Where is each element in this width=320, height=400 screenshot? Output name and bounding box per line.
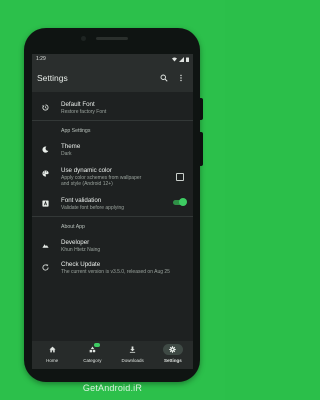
settings-list: Default Font Restore factory Font App Se… (32, 92, 193, 341)
app-screen: 1:29 Settings Default Font Restore facto… (32, 54, 193, 369)
bottom-navigation: Home Category Downloads Settings (32, 341, 193, 369)
font-validation-title: Font validation (61, 196, 102, 204)
theme-title: Theme (61, 143, 81, 151)
developer-subtitle: Khun Htetz Naing (61, 247, 101, 254)
battery-icon (186, 57, 189, 62)
font-validation-toggle[interactable] (173, 198, 187, 207)
font-validation-item[interactable]: Font validation Validate font before app… (32, 197, 193, 211)
status-bar: 1:29 (32, 54, 193, 64)
nav-downloads[interactable]: Downloads (115, 344, 151, 363)
volume-button (200, 132, 203, 166)
default-font-title: Default Font (61, 101, 95, 108)
nav-category-label: Category (83, 358, 102, 363)
nav-settings-label: Settings (163, 358, 182, 363)
developer-item[interactable]: Developer Khun Htetz Naing (32, 239, 193, 253)
camera-icon (81, 36, 86, 41)
wifi-icon (172, 57, 177, 61)
category-icon (89, 346, 96, 353)
nav-home-label: Home (46, 358, 59, 363)
page-title: Settings (37, 73, 68, 83)
dynamic-color-item[interactable]: Use dynamic color Apply color schemes fr… (32, 167, 193, 188)
search-button[interactable] (157, 71, 171, 85)
nav-home[interactable]: Home (34, 344, 70, 363)
phone-frame: 1:29 Settings Default Font Restore facto… (24, 28, 203, 382)
speaker-grille (96, 37, 128, 40)
default-font-subtitle: Restore factory Font (61, 109, 107, 115)
dynamic-color-subtitle-line2: and style (Android 12+) (61, 181, 113, 188)
theme-item[interactable]: Theme Dark (32, 143, 193, 157)
font-validation-subtitle: Validate font before applying (61, 204, 125, 211)
download-icon (130, 346, 136, 353)
nav-downloads-label: Downloads (121, 358, 144, 363)
app-bar: Settings (32, 64, 193, 92)
developer-title: Developer (61, 239, 90, 247)
palette-icon (38, 167, 52, 177)
status-icons (172, 56, 189, 62)
more-options-button[interactable] (174, 71, 188, 85)
gear-icon (169, 346, 177, 353)
dark-mode-icon (38, 143, 52, 154)
check-update-item[interactable]: Check Update The current version is v3.5… (32, 261, 193, 275)
nav-category[interactable]: Category (74, 343, 110, 363)
status-time: 1:29 (36, 56, 46, 62)
home-icon (49, 346, 56, 353)
nav-settings[interactable]: Settings (155, 344, 191, 363)
restore-icon (38, 101, 52, 111)
dynamic-color-title: Use dynamic color (61, 166, 112, 174)
landscape-icon (38, 239, 52, 249)
signal-icon (179, 56, 184, 62)
more-vert-icon (180, 74, 182, 82)
check-update-subtitle: The current version is v3.5.0, released … (61, 269, 170, 276)
font-icon (38, 197, 52, 207)
power-button (200, 98, 203, 120)
search-icon (160, 74, 168, 82)
update-icon (38, 261, 52, 271)
watermark-logo: GetAndroid.iR (82, 383, 143, 393)
default-font-item[interactable]: Default Font Restore factory Font (32, 101, 193, 115)
dynamic-color-checkbox[interactable] (176, 172, 184, 181)
toggle-knob (179, 198, 187, 207)
theme-subtitle: Dark (61, 151, 72, 158)
category-badge (94, 343, 101, 347)
page-background: 1:29 Settings Default Font Restore facto… (0, 0, 225, 400)
check-update-title: Check Update (61, 261, 101, 269)
